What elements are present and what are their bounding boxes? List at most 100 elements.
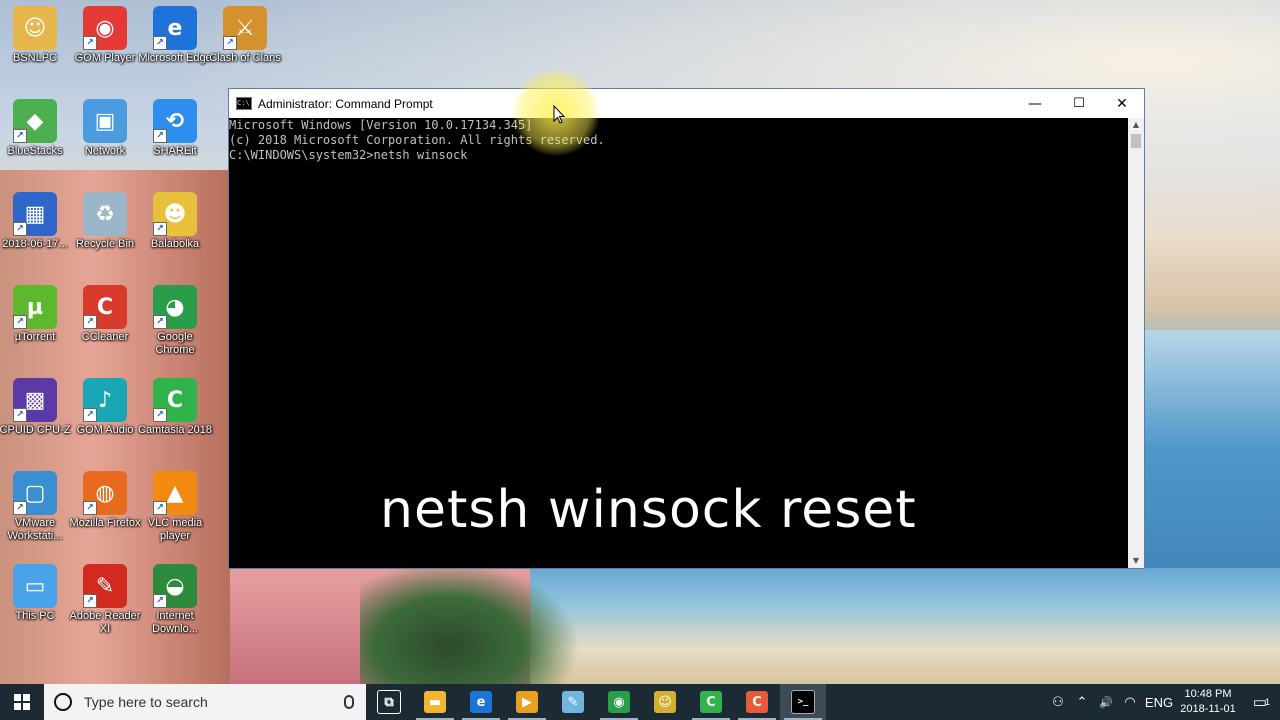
shortcut-arrow-icon: ↗ <box>83 501 97 515</box>
desktop-shortcut[interactable]: ☺ BSNLPC <box>0 6 70 94</box>
command-prompt-icon: >_ <box>791 690 815 714</box>
recycle-bin-icon: ♻ <box>83 192 127 236</box>
file-explorer-icon: ▬ <box>424 691 446 713</box>
start-button[interactable] <box>0 684 44 720</box>
maximize-button[interactable]: ☐ <box>1057 89 1101 118</box>
taskbar-app-file-explorer[interactable]: ▬ <box>412 684 458 720</box>
desktop-shortcut-label: GOM Audio <box>76 424 134 436</box>
desktop-shortcut-label: VLC media player <box>147 517 203 542</box>
gom-audio-icon: ♪ ↗ <box>83 378 127 422</box>
ccleaner-icon: C ↗ <box>83 285 127 329</box>
desktop-shortcut[interactable]: ◆ ↗ BlueStacks <box>0 99 70 187</box>
wallpaper-palms <box>360 560 580 684</box>
volume-icon[interactable]: 🔊 <box>1094 696 1118 709</box>
desktop-shortcut-label: BlueStacks <box>7 145 63 157</box>
desktop-shortcut[interactable]: C ↗ Camtasia 2018 <box>138 378 212 466</box>
shortcut-arrow-icon: ↗ <box>13 315 27 329</box>
taskbar-app-camtasia-recorder[interactable]: C <box>734 684 780 720</box>
shortcut-arrow-icon: ↗ <box>153 408 167 422</box>
camtasia-icon: C ↗ <box>153 378 197 422</box>
desktop-shortcut-label: Microsoft Edge <box>138 52 212 64</box>
desktop-shortcut[interactable]: µ ↗ µTorrent <box>0 285 70 373</box>
microphone-icon[interactable] <box>344 695 354 709</box>
balabolka-icon: ☻ ↗ <box>153 192 197 236</box>
desktop-shortcut[interactable]: ▢ ↗ VMware Workstati... <box>0 471 70 559</box>
taskbar-app-command-prompt[interactable]: >_ <box>780 684 826 720</box>
edge-icon: e ↗ <box>153 6 197 50</box>
chrome-icon: ◕ ↗ <box>153 285 197 329</box>
bluestacks-icon: ◆ ↗ <box>13 99 57 143</box>
taskbar-app-task-view[interactable]: ⧉ <box>366 684 412 720</box>
shortcut-arrow-icon: ↗ <box>13 501 27 515</box>
desktop-shortcut-label: Camtasia 2018 <box>138 424 212 436</box>
people-icon[interactable]: ⚇ <box>1046 694 1070 710</box>
desktop-shortcut[interactable]: ◒ ↗ Internet Downlo... <box>140 564 210 652</box>
desktop-shortcut[interactable]: e ↗ Microsoft Edge <box>138 6 212 94</box>
taskbar-app-edge[interactable]: e <box>458 684 504 720</box>
show-hidden-icons-chevron-icon[interactable]: ⌃ <box>1070 694 1094 710</box>
desktop-shortcut-label: CCleaner <box>81 331 129 343</box>
gom-player-icon: ◉ ↗ <box>83 6 127 50</box>
desktop-shortcut[interactable]: ♻ Recycle Bin <box>70 192 140 280</box>
desktop-shortcut[interactable]: ▦ ↗ 2018-06-17... <box>0 192 70 280</box>
desktop-shortcut[interactable]: ▣ Network <box>70 99 140 187</box>
media-player-icon: ▶ <box>516 691 538 713</box>
desktop: ☺ BSNLPC ◉ ↗ GOM Player e ↗ Microsoft Edge ⚔ ↗ Cla… <box>0 0 1280 684</box>
clock-time: 10:48 PM <box>1184 688 1232 700</box>
adobe-reader-icon: ✎ ↗ <box>83 564 127 608</box>
firefox-icon: ◍ ↗ <box>83 471 127 515</box>
shortcut-arrow-icon: ↗ <box>153 501 167 515</box>
taskbar-app-chrome[interactable]: ◉ <box>596 684 642 720</box>
desktop-shortcut[interactable]: ◍ ↗ Mozilla Firefox <box>70 471 140 559</box>
taskbar-app-camtasia[interactable]: C <box>688 684 734 720</box>
taskbar-search-box[interactable]: Type here to search <box>44 684 366 720</box>
clock-date: 2018-11-01 <box>1180 703 1236 715</box>
desktop-shortcut-label: Clash of Clans <box>209 52 281 64</box>
desktop-shortcut[interactable]: ◉ ↗ GOM Player <box>70 6 140 94</box>
system-tray: ⚇ ⌃ 🔊 ◠ ENG 10:48 PM 2018-11-01 ▭ 1 <box>1046 684 1280 720</box>
shortcut-arrow-icon: ↗ <box>83 36 97 50</box>
desktop-shortcut-label: VMware Workstati... <box>7 517 63 542</box>
desktop-shortcut[interactable]: ▭ This PC <box>0 564 70 652</box>
desktop-shortcut-label: Network <box>84 145 126 157</box>
desktop-shortcut[interactable]: ▲ ↗ VLC media player <box>140 471 210 559</box>
clock[interactable]: 10:48 PM 2018-11-01 <box>1176 687 1240 717</box>
shortcut-arrow-icon: ↗ <box>83 594 97 608</box>
wifi-icon[interactable]: ◠ <box>1118 694 1142 710</box>
scrollbar-thumb[interactable] <box>1131 134 1141 148</box>
desktop-shortcut[interactable]: ◕ ↗ Google Chrome <box>140 285 210 373</box>
shortcut-arrow-icon: ↗ <box>13 408 27 422</box>
mouse-pointer-icon <box>553 105 565 124</box>
desktop-shortcut[interactable]: ▩ ↗ CPUID CPU-Z <box>0 378 70 466</box>
scroll-up-arrow-icon[interactable]: ▲ <box>1128 118 1144 132</box>
shortcut-arrow-icon: ↗ <box>13 129 27 143</box>
cpuz-icon: ▩ ↗ <box>13 378 57 422</box>
minimize-button[interactable]: — <box>1013 89 1057 118</box>
desktop-shortcut-label: Internet Downlo... <box>152 610 198 635</box>
taskbar-app-notepad[interactable]: ✎ <box>550 684 596 720</box>
window-titlebar[interactable]: C:\ Administrator: Command Prompt — ☐ ✕ <box>229 89 1144 118</box>
desktop-shortcut[interactable]: ♪ ↗ GOM Audio <box>70 378 140 466</box>
desktop-shortcut-label: Recycle Bin <box>75 238 135 250</box>
notification-count-badge: 1 <box>1264 697 1270 707</box>
shortcut-arrow-icon: ↗ <box>153 129 167 143</box>
taskbar-app-media-player[interactable]: ▶ <box>504 684 550 720</box>
window-title: Administrator: Command Prompt <box>258 96 433 111</box>
desktop-shortcut[interactable]: C ↗ CCleaner <box>70 285 140 373</box>
task-view-icon: ⧉ <box>377 690 401 714</box>
vmware-icon: ▢ ↗ <box>13 471 57 515</box>
desktop-shortcut[interactable]: ☻ ↗ Balabolka <box>140 192 210 280</box>
close-button[interactable]: ✕ <box>1100 89 1144 118</box>
desktop-shortcut[interactable]: ⚔ ↗ Clash of Clans <box>209 6 281 94</box>
idm-icon: ◒ ↗ <box>153 564 197 608</box>
scroll-down-arrow-icon[interactable]: ▼ <box>1128 554 1144 568</box>
vertical-scrollbar[interactable]: ▲ ▼ <box>1128 118 1144 568</box>
action-center-button[interactable]: ▭ 1 <box>1240 693 1280 711</box>
taskbar-app-balabolka[interactable]: ☺ <box>642 684 688 720</box>
desktop-shortcut[interactable]: ⟲ ↗ SHAREit <box>140 99 210 187</box>
shortcut-arrow-icon: ↗ <box>13 222 27 236</box>
language-indicator[interactable]: ENG <box>1142 695 1176 710</box>
desktop-shortcut-label: CPUID CPU-Z <box>0 424 71 436</box>
desktop-shortcut[interactable]: ✎ ↗ Adobe Reader XI <box>70 564 140 652</box>
windows-logo-icon <box>14 694 30 710</box>
